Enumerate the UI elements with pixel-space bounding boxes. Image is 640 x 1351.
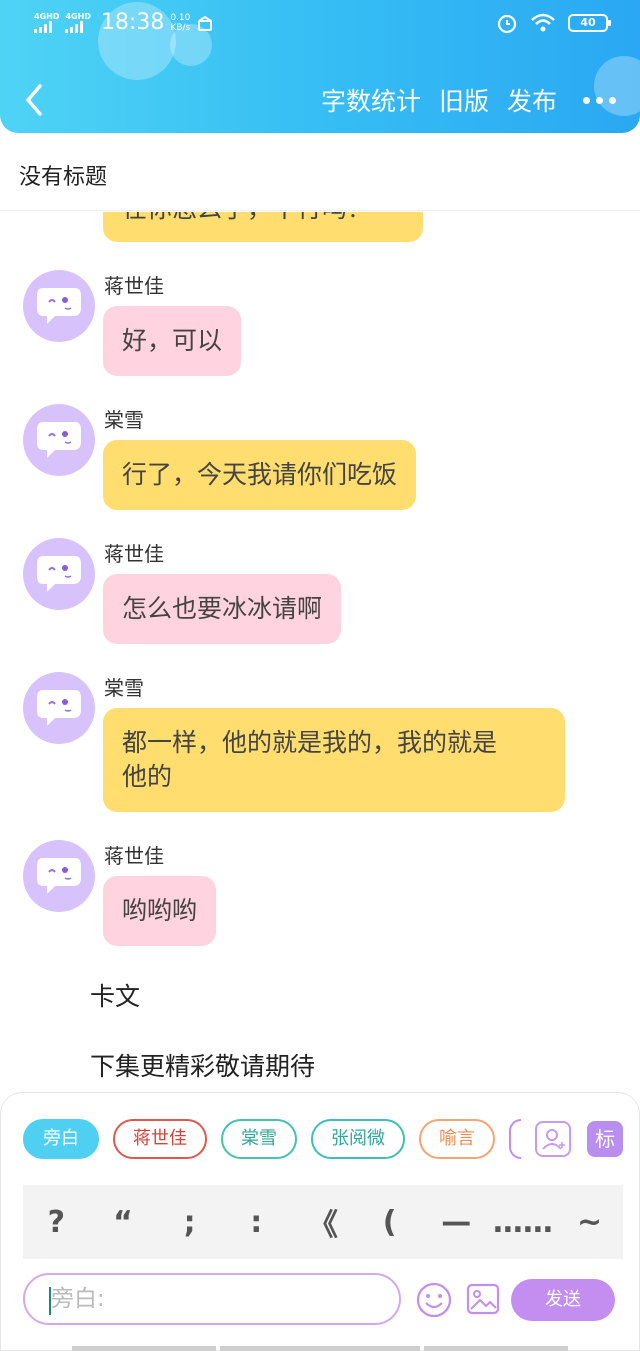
tag-button[interactable]: 标 <box>587 1121 623 1157</box>
message-bubble[interactable]: 行了，今天我请你们吃饭 <box>103 440 417 510</box>
nav-gesture-bar <box>220 1346 420 1351</box>
notification-icon <box>198 15 213 31</box>
role-chip[interactable]: 蒋世佳 <box>113 1119 207 1159</box>
narration-text[interactable]: 下集更精彩敬请期待 <box>90 1047 315 1083</box>
alarm-icon <box>497 14 517 34</box>
input-placeholder: 旁白: <box>51 1286 105 1312</box>
punctuation-bar: ? “ ; : 《 ( — …… ~ <box>23 1185 623 1259</box>
message-text: 好，可以 <box>122 326 223 355</box>
network-type-label: 4GHD <box>65 12 91 21</box>
punctuation-key[interactable]: “ <box>93 1205 153 1240</box>
wifi-icon <box>531 13 555 32</box>
more-dot-icon <box>596 96 603 104</box>
message-bubble[interactable]: 哟哟哟 <box>103 876 217 946</box>
punctuation-key[interactable]: — <box>426 1205 486 1240</box>
chat-bubble-face-icon <box>37 422 81 458</box>
message-text-line: 都一样，他的就是我的，我的就是 <box>122 728 498 757</box>
message-text: 行了，今天我请你们吃饭 <box>122 460 398 489</box>
more-dot-icon <box>609 96 616 104</box>
smiley-icon <box>416 1282 452 1318</box>
punctuation-key[interactable]: ; <box>160 1205 220 1240</box>
image-button[interactable] <box>465 1281 501 1321</box>
status-bar: 4GHD 4GHD 18:38 0.10 KB/s 40 <box>0 0 640 50</box>
message-text: 在你怎么了，不行吗？ <box>122 212 372 223</box>
chat-bubble-face-icon <box>37 858 81 894</box>
message-text-line: 他的 <box>122 762 173 791</box>
speaker-name: 棠雪 <box>104 408 144 432</box>
clock: 18:38 <box>100 10 165 35</box>
chevron-left-icon <box>26 84 42 116</box>
role-chip-partial[interactable] <box>509 1119 521 1159</box>
role-chip[interactable]: 张阅微 <box>311 1119 405 1159</box>
send-button[interactable]: 发送 <box>511 1279 615 1321</box>
publish-button[interactable]: 发布 <box>507 82 557 118</box>
network-speed-unit: KB/s <box>170 22 191 33</box>
narration-text[interactable]: 卡文 <box>90 977 140 1013</box>
emoji-button[interactable] <box>415 1281 453 1323</box>
role-chip-narrator[interactable]: 旁白 <box>23 1119 99 1159</box>
message-input[interactable]: 旁白: <box>23 1273 401 1325</box>
story-title: 没有标题 <box>19 165 108 190</box>
text-caret <box>49 1287 51 1315</box>
image-icon <box>466 1283 500 1315</box>
signal-bars-icon <box>65 21 84 33</box>
nav-bar: 字数统计 旧版 发布 <box>0 70 640 130</box>
old-version-button[interactable]: 旧版 <box>439 82 489 118</box>
message-bubble[interactable]: 怎么也要冰冰请啊 <box>103 574 342 644</box>
message-text: 哟哟哟 <box>122 896 198 925</box>
signal-bars-icon <box>34 21 52 33</box>
punctuation-key[interactable]: ~ <box>560 1205 620 1240</box>
avatar[interactable] <box>23 672 95 744</box>
role-chip[interactable]: 喻言 <box>419 1119 495 1159</box>
app-header: 4GHD 4GHD 18:38 0.10 KB/s 40 字数统计 旧版 发布 <box>0 0 640 133</box>
message-bubble[interactable]: 好，可以 <box>103 306 242 376</box>
message-bubble[interactable]: 在你怎么了，不行吗？ <box>103 212 423 242</box>
speaker-name: 棠雪 <box>104 676 144 700</box>
punctuation-key[interactable]: ? <box>26 1205 86 1240</box>
chat-bubble-face-icon <box>37 690 81 726</box>
chat-bubble-face-icon <box>37 556 81 592</box>
nav-gesture-bar <box>72 1346 216 1351</box>
avatar[interactable] <box>23 404 95 476</box>
manage-roles-button[interactable] <box>535 1121 571 1157</box>
more-menu-button[interactable] <box>575 96 616 104</box>
word-count-button[interactable]: 字数统计 <box>321 82 421 118</box>
chat-bubble-face-icon <box>37 288 81 324</box>
speaker-name: 蒋世佳 <box>104 844 164 868</box>
nav-gesture-bar <box>424 1346 568 1351</box>
speaker-name: 蒋世佳 <box>104 542 164 566</box>
network-speed-value: 0.10 <box>170 12 191 23</box>
avatar[interactable] <box>23 840 95 912</box>
message-text: 怎么也要冰冰请啊 <box>122 594 323 623</box>
punctuation-key[interactable]: …… <box>493 1205 553 1240</box>
back-button[interactable] <box>20 80 50 120</box>
network-speed: 0.10 KB/s <box>170 13 190 33</box>
role-chip[interactable]: 棠雪 <box>221 1119 297 1159</box>
network-type-label: 4GHD <box>34 12 60 21</box>
punctuation-key[interactable]: ( <box>360 1205 420 1240</box>
punctuation-key[interactable]: 《 <box>293 1200 353 1244</box>
role-selector: 旁白 蒋世佳 棠雪 张阅微 喻言 <box>23 1119 521 1159</box>
speaker-name: 蒋世佳 <box>104 274 164 298</box>
more-dot-icon <box>583 96 590 104</box>
signal-indicator-2: 4GHD <box>65 12 91 33</box>
avatar[interactable] <box>23 538 95 610</box>
person-card-icon <box>542 1129 565 1150</box>
chat-area[interactable]: 在你怎么了，不行吗？ 蒋世佳 好，可以 棠雪 行了，今天我请你们吃饭 <box>0 212 640 1092</box>
compose-panel: 旁白 蒋世佳 棠雪 张阅微 喻言 标 ? “ ; : 《 ( — …… ~ 旁白… <box>0 1092 640 1351</box>
signal-indicator: 4GHD <box>34 12 59 33</box>
avatar[interactable] <box>23 270 95 342</box>
battery-indicator: 40 <box>568 14 611 32</box>
message-bubble[interactable]: 都一样，他的就是我的，我的就是 他的 <box>103 708 565 812</box>
story-title-bar[interactable]: 没有标题 <box>0 133 640 211</box>
punctuation-key[interactable]: : <box>226 1205 286 1240</box>
